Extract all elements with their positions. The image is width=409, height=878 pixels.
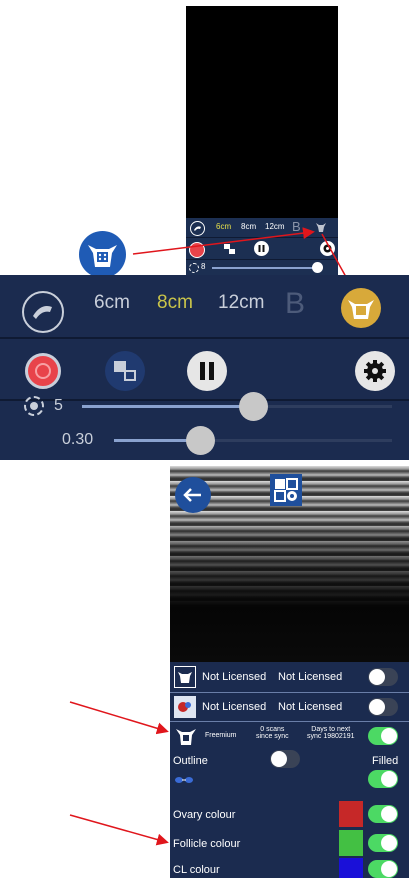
cl-colour-toggle[interactable] (368, 860, 398, 878)
frames-icon[interactable] (105, 351, 145, 391)
ovary-colour-swatch[interactable] (339, 801, 363, 827)
days-to-next-sync: Days to next sync 19802191 (307, 726, 355, 740)
license-2-toggle[interactable] (368, 698, 398, 716)
size-8cm[interactable]: 8cm (157, 292, 193, 314)
gain-slider[interactable] (82, 405, 392, 408)
plan-label: Freemium (205, 732, 237, 739)
gain-icon (24, 396, 44, 416)
gain-slider-knob[interactable] (238, 392, 268, 421)
settings-panel: Not Licensed Not Licensed Not Licensed N… (170, 662, 409, 878)
cow-head-icon[interactable] (341, 288, 381, 328)
contrast-slider-knob[interactable] (186, 426, 216, 455)
outline-label: Outline (173, 755, 208, 767)
gear-icon[interactable] (355, 351, 395, 391)
ultrasound-scan-image (170, 466, 409, 662)
contrast-slider[interactable] (114, 439, 392, 442)
size-12cm[interactable]: 12cm (218, 292, 264, 314)
follicle-colour-toggle[interactable] (368, 834, 398, 852)
control-panel-zoomed: 6cm 8cm 12cm B 5 0.30 (0, 275, 409, 460)
show-icons-toggle[interactable] (368, 770, 398, 788)
license-1-right: Not Licensed (278, 671, 343, 683)
probe-icon[interactable] (22, 291, 64, 333)
outline-filled-toggle[interactable] (270, 750, 300, 768)
license-1-left: Not Licensed (202, 671, 267, 683)
ovary-icon (174, 696, 196, 718)
back-arrow-icon[interactable] (175, 477, 211, 513)
ovary-follicle-icon (174, 774, 194, 786)
cow-head-icon (174, 724, 198, 748)
sync-toggle[interactable] (368, 727, 398, 745)
size-6cm[interactable]: 6cm (94, 292, 130, 314)
license-row-1: Not Licensed Not Licensed (170, 662, 409, 693)
license-2-right: Not Licensed (278, 701, 343, 713)
record-icon[interactable] (25, 353, 61, 389)
cow-head-icon (174, 666, 196, 688)
ovary-colour-label: Ovary colour (173, 809, 236, 821)
subscription-row: Freemium 0 scans since sync Days to next… (170, 722, 409, 750)
license-2-left: Not Licensed (202, 701, 267, 713)
license-1-toggle[interactable] (368, 668, 398, 686)
filled-label: Filled (372, 755, 399, 767)
puzzle-gear-icon[interactable] (270, 474, 302, 506)
license-row-2: Not Licensed Not Licensed (170, 693, 409, 722)
cl-colour-swatch[interactable] (339, 858, 363, 878)
follicle-colour-swatch[interactable] (339, 830, 363, 856)
scans-since-sync: 0 scans since sync (256, 726, 289, 740)
cl-colour-label: CL colour (173, 864, 220, 876)
follicle-colour-label: Follicle colour (173, 838, 241, 850)
mode-b[interactable]: B (285, 287, 305, 321)
contrast-value: 0.30 (62, 431, 94, 448)
ovary-colour-toggle[interactable] (368, 805, 398, 823)
gain-value: 5 (54, 397, 63, 414)
pause-icon[interactable] (187, 351, 227, 391)
